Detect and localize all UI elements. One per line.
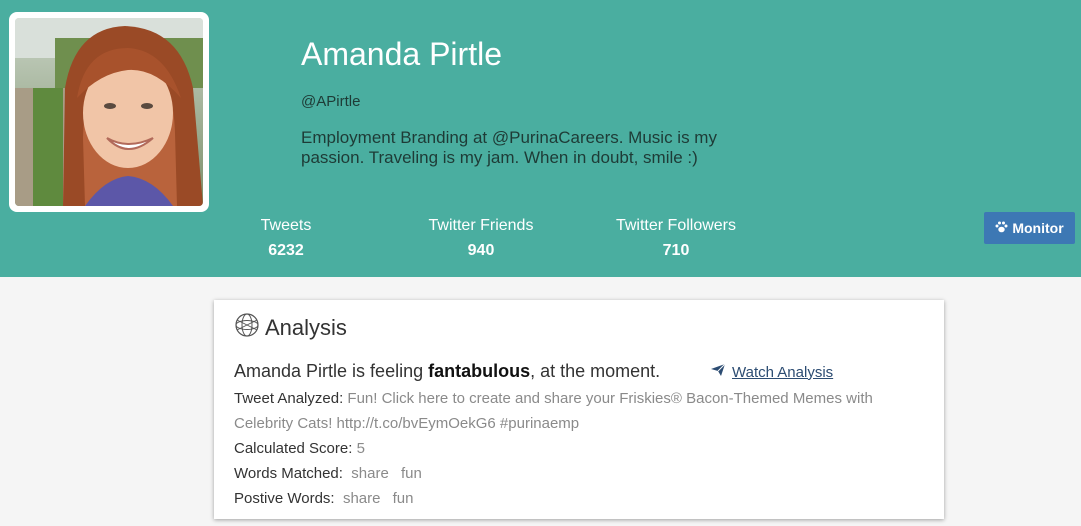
positive-words-label: Postive Words: — [234, 490, 335, 507]
stat-friends: Twitter Friends 940 — [381, 216, 581, 261]
stat-label: Twitter Followers — [615, 217, 737, 234]
monitor-button[interactable]: Monitor — [984, 212, 1075, 244]
stat-tweets: Tweets 6232 — [186, 216, 386, 261]
profile-bio: Employment Branding at @PurinaCareers. M… — [301, 128, 717, 167]
avatar-frame — [9, 12, 209, 212]
stat-label: Twitter Friends — [428, 217, 534, 234]
paper-plane-icon — [710, 363, 726, 381]
score-label: Calculated Score: — [234, 440, 353, 457]
paw-icon — [995, 220, 1008, 236]
profile-header: Amanda Pirtle @APirtle Employment Brandi… — [0, 0, 1081, 277]
stat-value: 6232 — [268, 242, 304, 259]
feeling-prefix: Amanda Pirtle is feeling — [234, 361, 429, 381]
avatar — [15, 18, 203, 206]
feeling-sentence: Amanda Pirtle is feeling fantabulous, at… — [234, 361, 660, 382]
positive-word: share — [342, 490, 381, 507]
score-row: Calculated Score: 5 — [234, 436, 914, 461]
feeling-suffix: , at the moment. — [530, 361, 661, 381]
score-value: 5 — [356, 440, 365, 457]
stat-label: Tweets — [260, 217, 312, 234]
profile-handle: @APirtle — [301, 93, 361, 110]
positive-words-row: Postive Words: share fun — [234, 486, 914, 511]
words-matched-label: Words Matched: — [234, 465, 343, 482]
matched-word: share — [351, 465, 389, 482]
analysis-details: Tweet Analyzed: Fun! Click here to creat… — [234, 386, 914, 511]
stat-value: 940 — [467, 242, 495, 259]
analysis-header: Analysis — [234, 312, 347, 344]
analysis-card: Analysis Amanda Pirtle is feeling fantab… — [214, 300, 944, 519]
matched-word: fun — [400, 465, 422, 482]
stat-followers: Twitter Followers 710 — [576, 216, 776, 261]
tweet-analyzed-label: Tweet Analyzed: — [234, 390, 344, 407]
watch-analysis-link[interactable]: Watch Analysis — [710, 363, 833, 381]
feeling-word: fantabulous — [428, 361, 531, 381]
sphere-icon — [234, 312, 260, 344]
positive-word: fun — [392, 490, 414, 507]
profile-name: Amanda Pirtle — [301, 36, 502, 72]
watch-analysis-label: Watch Analysis — [732, 363, 834, 381]
stat-value: 710 — [662, 242, 690, 259]
tweet-analyzed-row: Tweet Analyzed: Fun! Click here to creat… — [234, 386, 914, 436]
analysis-title: Analysis — [265, 315, 347, 340]
monitor-label: Monitor — [1012, 220, 1064, 236]
words-matched-row: Words Matched: share fun — [234, 461, 914, 486]
